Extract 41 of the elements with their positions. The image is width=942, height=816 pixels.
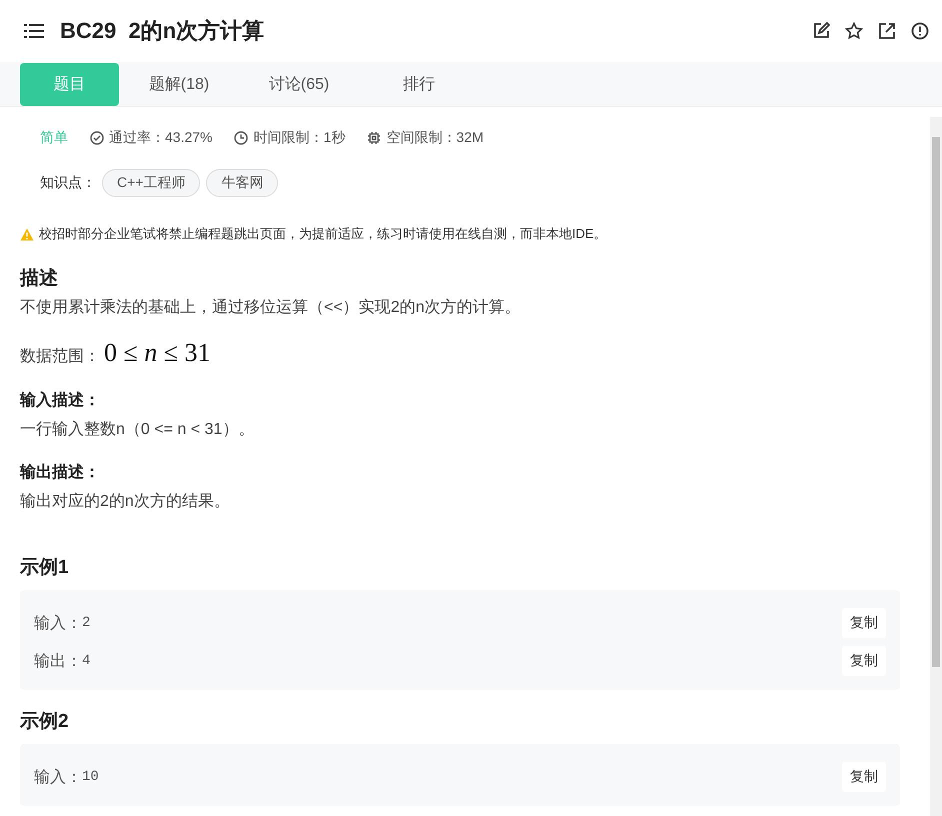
time-limit: 时间限制：1秒 [253, 129, 346, 147]
example-heading: 示例1 [20, 556, 70, 580]
knowledge-label: 知识点： [40, 174, 96, 192]
section-text: 一行输入整数n（0 <= n < 31）。 [20, 420, 256, 440]
io-label: 输入： [34, 768, 82, 788]
range-label: 数据范围： [20, 346, 100, 367]
io-value: 4 [82, 653, 90, 669]
io-label: 输出： [34, 652, 82, 672]
copy-button[interactable]: 复制 [842, 608, 886, 638]
io-value: 2 [82, 615, 90, 631]
section-heading: 输入描述： [20, 390, 101, 411]
memory-limit: 空间限制：32M [386, 129, 484, 147]
notice-text: 校招时部分企业笔试将禁止编程题跳出页面，为提前适应，练习时请使用在线自测，而非本地IDE。 [39, 225, 607, 243]
edit-icon[interactable] [812, 22, 830, 40]
copy-button[interactable]: 复制 [842, 762, 886, 792]
section-heading: 输出描述： [20, 462, 101, 483]
report-icon[interactable] [911, 22, 929, 40]
io-label: 输入： [34, 614, 82, 634]
section-heading: 描述 [20, 267, 59, 291]
tab[interactable]: 题解(18) [119, 62, 239, 106]
description-text: 不使用累计乘法的基础上，通过移位运算（<<）实现2的n次方的计算。 [20, 298, 522, 318]
example-heading: 示例2 [20, 710, 70, 734]
chip-icon [367, 131, 382, 145]
menu-icon[interactable] [24, 23, 44, 39]
section-text: 输出对应的2的n次方的结果。 [20, 492, 231, 512]
scrollbar[interactable] [930, 117, 942, 816]
problem-title: BC29 2的n次方计算 [60, 17, 264, 45]
tag[interactable]: C++工程师 [102, 169, 200, 197]
external-link-icon[interactable] [878, 22, 896, 40]
warning-icon [20, 228, 34, 240]
range-formula: 0 ≤ n ≤ 31 [104, 338, 211, 368]
tab[interactable]: 讨论(65) [239, 62, 359, 106]
check-circle-icon [90, 131, 104, 145]
star-icon[interactable] [845, 22, 863, 40]
io-value: 10 [82, 769, 99, 785]
tag[interactable]: 牛客网 [206, 169, 278, 197]
copy-button[interactable]: 复制 [842, 646, 886, 676]
pass-rate: 通过率：43.27% [109, 129, 212, 147]
difficulty-label: 简单 [40, 129, 68, 147]
tab[interactable]: 排行 [359, 62, 479, 106]
clock-icon [234, 131, 248, 145]
